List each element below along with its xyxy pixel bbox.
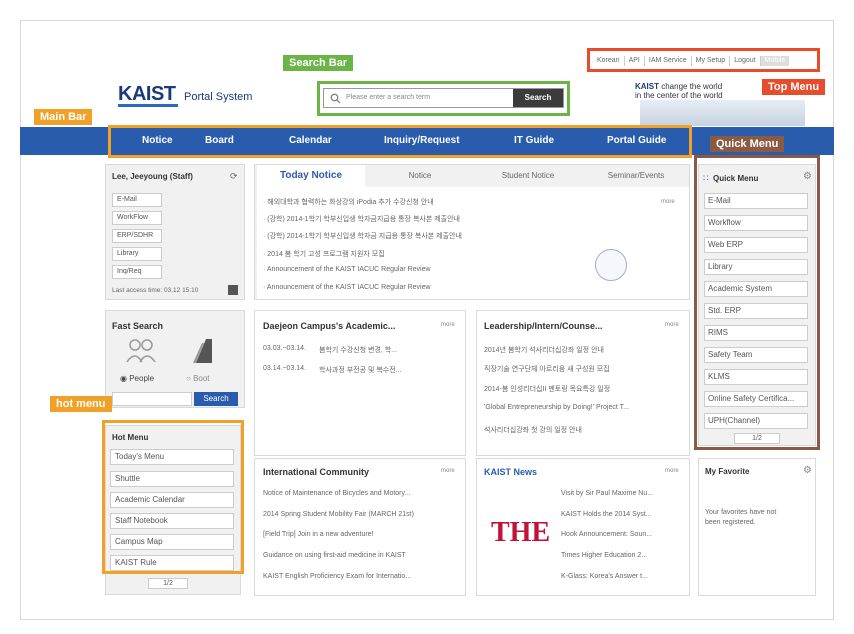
news-item[interactable]: K-Glass: Korea's Answer t... (561, 573, 648, 580)
news-item[interactable]: Times Higher Education 2... (561, 552, 647, 559)
notice-item-text: Announcement of the KAIST IACUC Regular … (266, 266, 431, 273)
fast-search-input[interactable] (112, 392, 192, 406)
favorite-gear-icon[interactable]: ⚙ (803, 465, 812, 476)
daejeon-title[interactable]: Daejeon Campus's Academic... (263, 321, 395, 331)
daejeon-item[interactable]: 봄학기 수강신청 변경, 학... (319, 345, 397, 355)
international-title[interactable]: International Community (263, 467, 369, 477)
my-favorite-panel: My Favorite ⚙ Your favorites have not be… (698, 458, 816, 596)
profile-panel: Lee, Jeeyoung (Staff) ⟳ E-Mail WorkFlow … (105, 164, 245, 300)
slogan-line1: change the world (659, 82, 723, 91)
leadership-item[interactable]: 직장기술 연구단체 아르리움 새 구성원 모집 (484, 364, 610, 374)
daejeon-academic-panel: Daejeon Campus's Academic... more 03.03.… (254, 310, 466, 456)
quick-menu-highlight (694, 155, 820, 450)
notice-item-text: Announcement of the KAIST IACUC Regular … (266, 284, 431, 291)
international-item[interactable]: [Field Trip] Join in a new adventure! (263, 531, 374, 538)
top-menu-highlight (587, 48, 820, 72)
radio-boot[interactable]: ○ Boot (186, 374, 210, 383)
calendar-icon[interactable] (228, 285, 238, 295)
kaist-news-panel: KAIST News more THE Visit by Sir Paul Ma… (476, 458, 690, 596)
profile-link-email[interactable]: E-Mail (112, 193, 162, 207)
profile-link-erp[interactable]: ERP/SDHR (112, 229, 162, 243)
notice-item-text: (강학) 2014-1학기 학부신입생 학자금지급용 통장 복사본 제출안내 (267, 216, 460, 223)
notice-item[interactable]: · (강학) 2014-1학기 학부신입생 학자금지급용 통장 복사본 제출안내 (263, 214, 460, 224)
international-item[interactable]: Guidance on using first-aid medicine in … (263, 552, 406, 559)
notice-more[interactable]: more (661, 199, 675, 205)
notice-item[interactable]: · 해외대학과 협력하는 화상강의 iPodia 추가 수강신청 안내 (263, 197, 434, 207)
favorite-empty-text-1: Your favorites have not (705, 509, 777, 516)
the-logo: THE (491, 517, 551, 548)
leadership-item[interactable]: 2014년 봄학기 석사리더십강좌 일정 안내 (484, 345, 604, 355)
notice-item[interactable]: · (강학) 2014-1학기 학부신입생 학자금 지급용 통장 복사본 제출안… (263, 231, 462, 241)
news-title[interactable]: KAIST News (484, 467, 537, 477)
leadership-panel: Leadership/Intern/Counse... more 2014년 봄… (476, 310, 690, 456)
book-icon (193, 339, 212, 363)
fast-search-panel: Fast Search ◉ People ○ Boot Search (105, 310, 245, 408)
international-more[interactable]: more (441, 468, 455, 474)
leadership-item[interactable]: 2014-봄 인성리더십II 멘토링 목요특강 일정 (484, 384, 610, 394)
fast-search-title: Fast Search (112, 321, 164, 331)
slogan-line2: in the center of the world (635, 91, 723, 100)
daejeon-item[interactable]: 학사과정 부전공 및 복수전... (319, 365, 402, 375)
search-bar-highlight (317, 81, 570, 116)
news-item[interactable]: KAIST Holds the 2014 Syst... (561, 511, 652, 518)
tab-today-notice[interactable]: Today Notice (257, 165, 365, 187)
tab-notice[interactable]: Notice (367, 165, 473, 187)
notice-item-text: 해외대학과 협력하는 화상강의 iPodia 추가 수강신청 안내 (267, 199, 434, 206)
radio-boot-label: Boot (193, 374, 210, 383)
favorite-empty-text-2: been registered. (705, 519, 756, 526)
notice-item[interactable]: · Announcement of the KAIST IACUC Regula… (263, 266, 431, 273)
news-item[interactable]: Visit by Sir Paul Maxime Nu... (561, 490, 653, 497)
tab-student-notice[interactable]: Student Notice (475, 165, 581, 187)
daejeon-date: 03.03.~03.14. (263, 345, 307, 352)
notice-item-text: 2014 봄 학기 고성 프로그램 지원자 모집 (267, 251, 385, 258)
daejeon-more[interactable]: more (441, 322, 455, 328)
main-bar-annotation: Main Bar (34, 109, 93, 125)
favorite-title: My Favorite (705, 467, 750, 476)
fast-search-button[interactable]: Search (194, 392, 238, 406)
notice-item[interactable]: · Announcement of the KAIST IACUC Regula… (263, 284, 431, 291)
notice-panel: Today Notice Notice Student Notice Semin… (254, 164, 690, 300)
hot-menu-annotation: hot menu (50, 396, 112, 412)
slogan: KAIST change the world in the center of … (635, 82, 723, 100)
profile-name: Lee, Jeeyoung (Staff) (112, 172, 193, 181)
logo-underline (118, 104, 178, 107)
tab-seminar-events[interactable]: Seminar/Events (583, 165, 689, 187)
radio-people-label: People (129, 374, 155, 383)
search-bar-annotation: Search Bar (283, 55, 354, 71)
notice-item-text: (강학) 2014-1학기 학부신입생 학자금 지급용 통장 복사본 제출안내 (267, 233, 462, 240)
international-item[interactable]: Notice of Maintenance of Bicycles and Mo… (263, 490, 410, 497)
leadership-item[interactable]: 석사리더십강좌 첫 강의 일정 안내 (484, 425, 582, 435)
international-panel: International Community more Notice of M… (254, 458, 466, 596)
notice-stamp-image (595, 249, 627, 281)
profile-link-library[interactable]: Library (112, 247, 162, 261)
slogan-brand: KAIST (635, 82, 659, 91)
daejeon-date: 03.14.~03.14. (263, 365, 307, 372)
notice-item[interactable]: · 2014 봄 학기 고성 프로그램 지원자 모집 (263, 249, 385, 259)
quick-menu-annotation: Quick Menu (710, 136, 785, 152)
leadership-item[interactable]: 'Global Entrepreneurship by Doing!' Proj… (484, 404, 629, 411)
leadership-title[interactable]: Leadership/Intern/Counse... (484, 321, 603, 331)
radio-people[interactable]: ◉ People (120, 374, 154, 383)
refresh-icon[interactable]: ⟳ (230, 171, 238, 182)
top-menu-annotation: Top Menu (762, 79, 826, 95)
logo-subtitle: Portal System (184, 91, 253, 103)
profile-link-workflow[interactable]: WorkFlow (112, 211, 162, 225)
campus-building-image (640, 100, 805, 126)
people-icon (126, 339, 156, 363)
last-access: Last access time: 03.12 15:10 (112, 287, 199, 294)
news-item[interactable]: Hook Announcement: Soun... (561, 531, 652, 538)
news-more[interactable]: more (665, 468, 679, 474)
main-bar-highlight (108, 125, 692, 158)
hot-menu-highlight (102, 420, 244, 574)
hot-menu-pager[interactable]: 1/2 (148, 578, 188, 589)
kaist-logo[interactable]: KAIST (118, 83, 176, 106)
international-item[interactable]: 2014 Spring Student Mobility Fair (MARCH… (263, 511, 414, 518)
profile-link-inqreq[interactable]: Inq/Req (112, 265, 162, 279)
leadership-more[interactable]: more (665, 322, 679, 328)
international-item[interactable]: KAIST English Proficiency Exam for Inter… (263, 573, 411, 580)
